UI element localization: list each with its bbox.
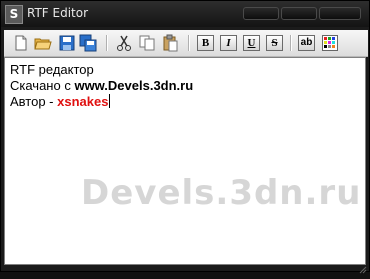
toolbar: B I U S ab: [4, 30, 368, 57]
author-name: xsnakes: [57, 94, 109, 109]
font-button[interactable]: ab: [298, 35, 315, 51]
toolbar-separator: [290, 35, 292, 51]
text-line-1: RTF редактор: [10, 62, 94, 77]
toolbar-separator: [106, 35, 108, 51]
copy-icon[interactable]: [138, 34, 156, 52]
save-all-icon[interactable]: [79, 34, 97, 52]
resize-grip-icon[interactable]: [359, 261, 367, 274]
site-link-text: www.Devels.3dn.ru: [74, 78, 194, 93]
watermark: Devels.3dn.ru: [81, 173, 362, 213]
paste-icon[interactable]: [161, 34, 179, 52]
title-bar[interactable]: S RTF Editor: [1, 1, 369, 27]
maximize-button[interactable]: [281, 7, 317, 20]
text-line-3: Автор - xsnakes: [10, 94, 111, 110]
window-controls: [243, 7, 361, 20]
save-icon[interactable]: [58, 34, 76, 52]
text-caret: [109, 94, 111, 108]
window-title: RTF Editor: [27, 6, 89, 20]
close-button[interactable]: [319, 7, 361, 20]
rtf-editor-window: S RTF Editor B I U S ab Devels.3dn.ru RT…: [0, 0, 370, 274]
cut-icon[interactable]: [115, 34, 133, 52]
italic-button[interactable]: I: [220, 35, 237, 51]
text-line-2: Скачано с www.Devels.3dn.ru: [10, 78, 193, 94]
color-palette-icon[interactable]: [322, 35, 340, 53]
rtf-text-area[interactable]: Devels.3dn.ru RTF редактор Скачано с www…: [4, 57, 366, 265]
line3-prefix: Автор -: [10, 94, 58, 109]
new-file-icon[interactable]: [12, 34, 30, 52]
toolbar-separator: [188, 35, 190, 51]
underline-button[interactable]: U: [243, 35, 260, 51]
strikethrough-button[interactable]: S: [266, 35, 283, 51]
line2-prefix: Скачано с: [10, 78, 75, 93]
minimize-button[interactable]: [243, 7, 279, 20]
open-folder-icon[interactable]: [34, 34, 52, 52]
bold-button[interactable]: B: [197, 35, 214, 51]
app-icon[interactable]: S: [5, 5, 23, 24]
